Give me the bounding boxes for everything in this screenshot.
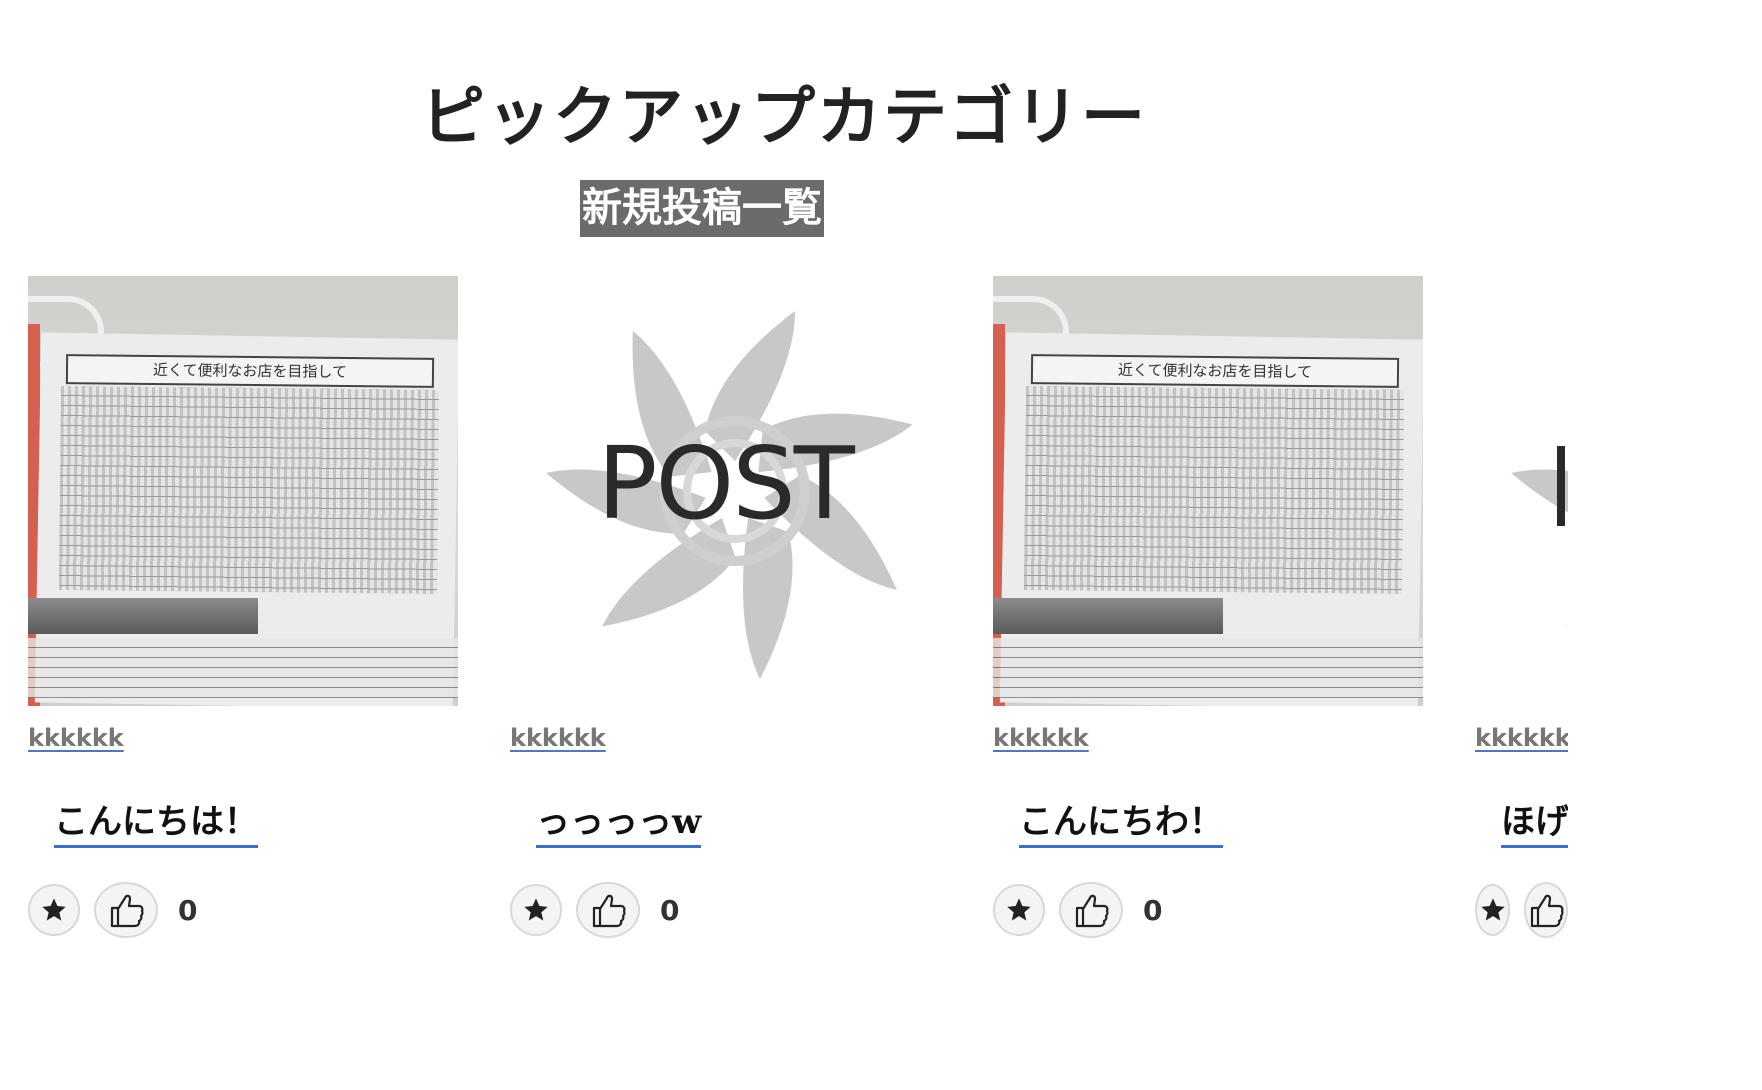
post-card: POST kkkkkk っっっっw 0 [510, 276, 940, 938]
section-label: 新規投稿一覧 [580, 180, 824, 237]
favorite-button[interactable] [993, 884, 1045, 936]
post-thumbnail[interactable]: 近くて便利なお店を目指して [993, 276, 1423, 706]
post-thumbnail[interactable] [1475, 276, 1568, 706]
page-title: ピックアップカテゴリー [421, 80, 1147, 155]
favorite-button[interactable] [28, 884, 80, 936]
post-card: kkkkkk ほげ [1475, 276, 1568, 938]
thumbnail-banner-text: 近くて便利なお店を目指して [65, 354, 435, 388]
post-logo-text: POST [597, 425, 855, 542]
like-count: 0 [660, 893, 680, 927]
thumbnail-banner-text: 近くて便利なお店を目指して [1030, 354, 1400, 388]
post-title-link[interactable]: こんにちは！ [54, 794, 258, 848]
favorite-button[interactable] [510, 884, 562, 936]
like-button[interactable] [576, 882, 640, 938]
post-thumbnail[interactable]: 近くて便利なお店を目指して [28, 276, 458, 706]
thumbs-up-icon [1530, 894, 1564, 928]
post-card: 近くて便利なお店を目指して kkkkkk こんにちは！ 0 [28, 276, 458, 938]
post-title-link[interactable]: っっっっw [536, 794, 702, 848]
favorite-button[interactable] [1475, 884, 1510, 936]
post-title-link[interactable]: ほげ [1501, 794, 1568, 848]
thumbs-up-icon [1075, 894, 1109, 928]
thumbs-up-icon [110, 894, 144, 928]
post-thumbnail[interactable]: POST [510, 276, 940, 706]
post-author-link[interactable]: kkkkkk [28, 724, 124, 752]
post-author-link[interactable]: kkkkkk [1475, 724, 1568, 752]
star-icon [524, 898, 548, 921]
star-icon [42, 898, 66, 921]
post-author-link[interactable]: kkkkkk [993, 724, 1089, 752]
star-icon [1007, 898, 1031, 921]
like-button[interactable] [1524, 882, 1568, 938]
thumbs-up-icon [592, 894, 626, 928]
like-button[interactable] [94, 882, 158, 938]
like-count: 0 [1143, 893, 1163, 927]
post-title-link[interactable]: こんにちわ！ [1019, 794, 1223, 848]
star-icon [1480, 898, 1505, 921]
like-button[interactable] [1059, 882, 1123, 938]
swirl-logo-icon [1511, 446, 1568, 627]
post-author-link[interactable]: kkkkkk [510, 724, 606, 752]
post-card: 近くて便利なお店を目指して kkkkkk こんにちわ！ 0 [993, 276, 1423, 938]
like-count: 0 [178, 893, 198, 927]
